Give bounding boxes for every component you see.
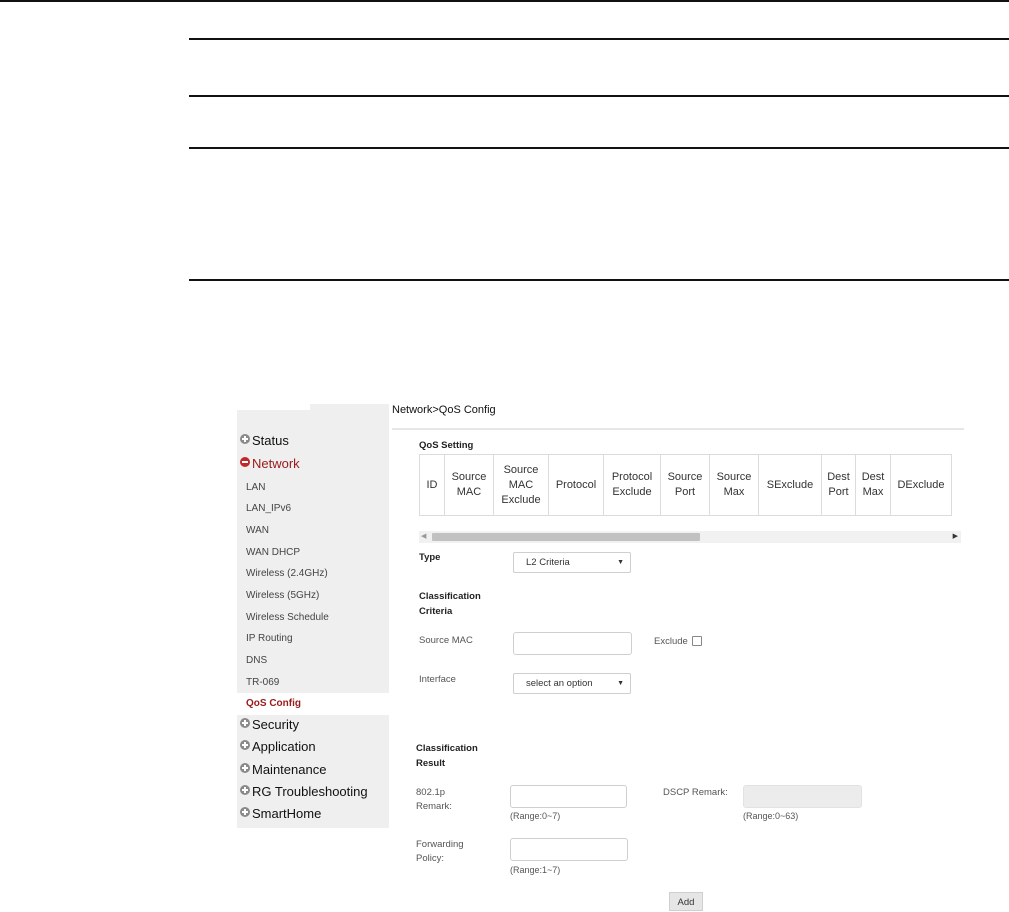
column-header: Source MAC — [444, 454, 494, 516]
sidebar-item-rg-troubleshooting[interactable]: RG Troubleshooting — [240, 784, 368, 799]
sidebar-item-wan[interactable]: WAN — [246, 525, 269, 536]
column-header: Source Max — [709, 454, 759, 516]
sidebar-item-label: Application — [252, 739, 316, 754]
column-header: Protocol Exclude — [603, 454, 661, 516]
table-header-row: ID Source MAC Source MAC Exclude Protoco… — [419, 454, 952, 516]
page-rule — [189, 95, 1009, 97]
scroll-left-icon[interactable]: ◀ — [421, 532, 426, 540]
scrollbar-thumb[interactable] — [432, 533, 700, 541]
forwarding-policy-input[interactable] — [510, 838, 628, 861]
sidebar: Status Network LAN LAN_IPv6 WAN WAN DHCP… — [237, 404, 391, 828]
classification-criteria-title: Classification Criteria — [419, 591, 481, 617]
page-rule — [0, 0, 1009, 2]
scroll-right-icon[interactable]: ▶ — [953, 532, 958, 540]
dscp-remark-label: DSCP Remark: — [663, 787, 728, 798]
expand-icon — [240, 806, 250, 817]
dscp-remark-input[interactable] — [743, 785, 862, 808]
sidebar-item-label: RG Troubleshooting — [252, 784, 368, 799]
column-header: ID — [419, 454, 445, 516]
classification-result-title: Classification Result — [416, 743, 478, 769]
column-header: Protocol — [548, 454, 604, 516]
sidebar-item-status[interactable]: Status — [240, 433, 289, 448]
sidebar-item-dns[interactable]: DNS — [246, 655, 267, 666]
expand-icon — [240, 717, 250, 728]
remark-8021p-input[interactable] — [510, 785, 627, 808]
sidebar-item-lan-ipv6[interactable]: LAN_IPv6 — [246, 503, 291, 514]
column-header: Dest Max — [855, 454, 891, 516]
exclude-label: Exclude — [654, 636, 688, 647]
expand-icon — [240, 784, 250, 795]
remark-8021p-range: (Range:0~7) — [510, 811, 561, 821]
interface-select[interactable]: select an option ▼ — [513, 673, 631, 694]
forwarding-policy-range: (Range:1~7) — [510, 865, 561, 875]
sidebar-item-wireless-24ghz[interactable]: Wireless (2.4GHz) — [246, 568, 328, 579]
remark-8021p-label: 802.1p Remark: — [416, 787, 452, 812]
sidebar-item-label: Security — [252, 717, 299, 732]
chevron-down-icon: ▼ — [617, 559, 624, 566]
page-rule — [189, 38, 1009, 40]
qos-rules-table: ID Source MAC Source MAC Exclude Protoco… — [419, 454, 952, 516]
sidebar-item-label: Network — [252, 456, 300, 471]
source-mac-input[interactable] — [513, 632, 632, 655]
sidebar-item-application[interactable]: Application — [240, 739, 316, 754]
chevron-down-icon: ▼ — [617, 680, 624, 687]
type-select-value: L2 Criteria — [526, 557, 570, 568]
breadcrumb: Network>QoS Config — [392, 404, 496, 416]
sidebar-item-wireless-5ghz[interactable]: Wireless (5GHz) — [246, 590, 319, 601]
column-header: Source MAC Exclude — [493, 454, 549, 516]
interface-label: Interface — [419, 674, 456, 685]
divider — [392, 428, 964, 430]
sidebar-item-wireless-schedule[interactable]: Wireless Schedule — [246, 612, 329, 623]
source-mac-label: Source MAC — [419, 635, 473, 646]
sidebar-item-wan-dhcp[interactable]: WAN DHCP — [246, 547, 300, 558]
page-rule — [189, 279, 1009, 281]
interface-select-value: select an option — [526, 678, 593, 689]
sidebar-item-security[interactable]: Security — [240, 717, 299, 732]
table-horizontal-scrollbar[interactable]: ◀ ▶ — [419, 531, 961, 543]
sidebar-item-qos-config[interactable]: QoS Config — [237, 693, 391, 715]
sidebar-item-smarthome[interactable]: SmartHome — [240, 806, 321, 821]
sidebar-item-maintenance[interactable]: Maintenance — [240, 762, 326, 777]
sidebar-item-label: Maintenance — [252, 762, 327, 777]
column-header: DExclude — [890, 454, 952, 516]
column-header: Dest Port — [821, 454, 856, 516]
collapse-icon — [240, 456, 250, 467]
column-header: Source Port — [660, 454, 710, 516]
dscp-remark-range: (Range:0~63) — [743, 811, 799, 821]
expand-icon — [240, 762, 250, 773]
exclude-checkbox[interactable] — [692, 636, 702, 646]
expand-icon — [240, 433, 250, 444]
add-button[interactable]: Add — [669, 892, 703, 911]
sidebar-item-network[interactable]: Network — [240, 456, 300, 471]
sidebar-item-ip-routing[interactable]: IP Routing — [246, 633, 293, 644]
type-label: Type — [419, 552, 441, 563]
expand-icon — [240, 739, 250, 750]
qos-setting-title: QoS Setting — [419, 440, 474, 451]
sidebar-item-tr069[interactable]: TR-069 — [246, 677, 279, 688]
sidebar-item-lan[interactable]: LAN — [246, 482, 265, 493]
type-select[interactable]: L2 Criteria ▼ — [513, 552, 631, 573]
column-header: SExclude — [758, 454, 822, 516]
page-rule — [189, 147, 1009, 149]
forwarding-policy-label: Forwarding Policy: — [416, 839, 464, 864]
sidebar-item-label: SmartHome — [252, 806, 322, 821]
sidebar-item-label: Status — [252, 433, 289, 448]
